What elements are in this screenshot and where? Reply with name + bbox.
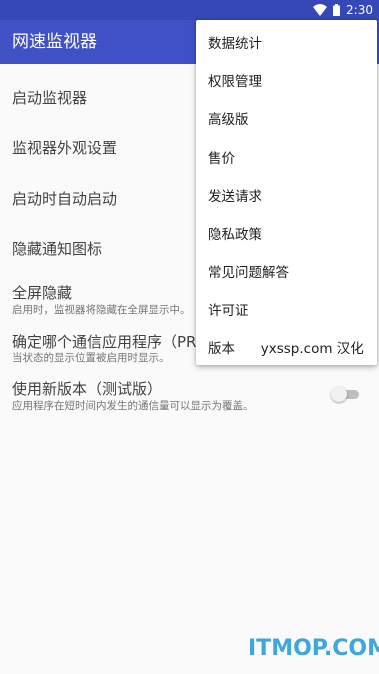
toggle-thumb [331,386,347,402]
setting-new-version-subtitle: 应用程序在短时间内发生的通信量可以显示为覆盖。 [12,400,254,412]
menu-item-statistics[interactable]: 数据统计 [208,32,262,52]
setting-monitor-appearance[interactable]: 监视器外观设置 [12,137,117,158]
menu-item-send-request[interactable]: 发送请求 [208,185,262,205]
setting-fullscreen-hide-subtitle: 启用时，监视器将隐藏在全屏显示中。 [12,304,191,316]
status-bar: 2:30 [0,0,379,20]
menu-item-premium[interactable]: 高级版 [208,108,249,128]
new-version-toggle[interactable] [331,386,361,402]
app-title: 网速监视器 [12,32,97,52]
setting-autostart[interactable]: 启动时自动启动 [12,188,117,209]
battery-icon [333,4,341,16]
setting-comm-app-title[interactable]: 确定哪个通信应用程序（PRO [12,331,208,352]
setting-hide-notification-icon[interactable]: 隐藏通知图标 [12,238,102,259]
status-icons: 2:30 [313,0,373,20]
menu-item-price[interactable]: 售价 [208,147,235,167]
status-time: 2:30 [346,3,373,17]
menu-item-version[interactable]: 版本 yxssp.com 汉化 [208,337,364,357]
menu-item-faq[interactable]: 常见问题解答 [208,261,289,281]
overflow-menu: 数据统计 权限管理 高级版 售价 发送请求 隐私政策 常见问题解答 许可证 版本… [196,20,377,365]
menu-item-privacy-policy[interactable]: 隐私政策 [208,223,262,243]
setting-fullscreen-hide-title[interactable]: 全屏隐藏 [12,282,72,303]
menu-item-permissions[interactable]: 权限管理 [208,70,262,90]
menu-item-license[interactable]: 许可证 [208,299,249,319]
wifi-icon [313,4,328,16]
setting-new-version-title[interactable]: 使用新版本（测试版） [12,378,162,399]
setting-comm-app-subtitle: 当状态的显示位置被启用时显示。 [12,352,170,364]
setting-start-monitor[interactable]: 启动监视器 [12,87,87,108]
watermark: ITMOP.COM [248,636,379,661]
